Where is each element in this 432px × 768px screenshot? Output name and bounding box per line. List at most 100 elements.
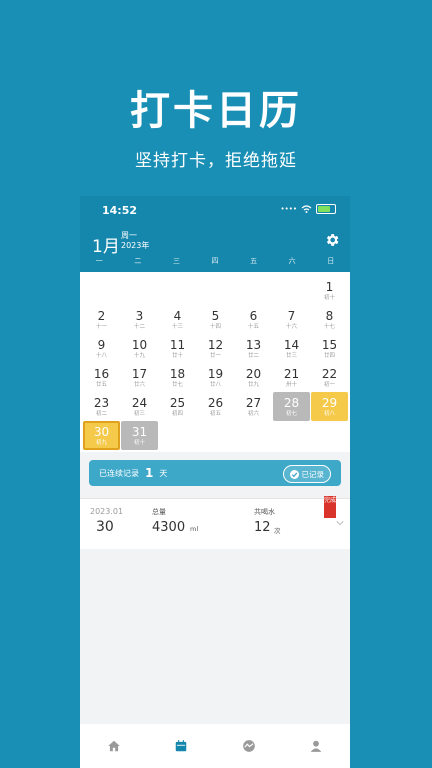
calendar-day[interactable]: 2 十一 bbox=[83, 305, 120, 334]
day-number: 2 bbox=[97, 308, 106, 323]
calendar-day[interactable]: 9 十八 bbox=[83, 334, 120, 363]
record-card[interactable]: 2023.01 30 总量 4300 ml 共喝水 12 次 完成 bbox=[80, 496, 350, 549]
calendar-day[interactable]: 8 十七 bbox=[311, 305, 348, 334]
status-time: 14:52 bbox=[102, 204, 138, 217]
weekday-label: 五 bbox=[250, 257, 258, 265]
weekday-label: 周一 bbox=[121, 231, 137, 240]
calendar-day[interactable]: 13 廿二 bbox=[235, 334, 272, 363]
lunar-date: 廿二 bbox=[247, 352, 259, 359]
calendar-day[interactable]: 30 初九 bbox=[83, 421, 120, 450]
weekday-label: 一 bbox=[95, 257, 103, 265]
calendar-day[interactable]: 14 廿三 bbox=[273, 334, 310, 363]
lunar-date: 十七 bbox=[323, 323, 335, 330]
year-label: 2023年 bbox=[121, 241, 150, 250]
total-label: 总量 bbox=[152, 508, 166, 516]
lunar-date: 十一 bbox=[95, 323, 107, 330]
lunar-date: 初三 bbox=[133, 410, 145, 417]
calendar-day[interactable]: 12 廿一 bbox=[197, 334, 234, 363]
calendar-day[interactable]: 21 卅十 bbox=[273, 363, 310, 392]
day-number: 25 bbox=[169, 395, 186, 410]
day-number: 8 bbox=[325, 308, 334, 323]
gear-icon[interactable] bbox=[324, 232, 340, 248]
calendar-day[interactable]: 5 十四 bbox=[197, 305, 234, 334]
month-title[interactable]: 1月 bbox=[92, 232, 120, 257]
calendar-day[interactable]: 16 廿五 bbox=[83, 363, 120, 392]
chevron-down-icon[interactable] bbox=[336, 519, 344, 527]
day-number: 26 bbox=[207, 395, 224, 410]
lunar-date: 廿七 bbox=[171, 381, 183, 388]
day-number: 6 bbox=[249, 308, 258, 323]
calendar-day[interactable]: 22 初一 bbox=[311, 363, 348, 392]
tab-home[interactable] bbox=[80, 724, 148, 768]
streak-bar: 已连续记录 1 天 已记录 bbox=[89, 460, 341, 486]
tab-stats[interactable] bbox=[215, 724, 283, 768]
streak-prefix: 已连续记录 bbox=[99, 468, 139, 478]
calendar-day[interactable]: 31 初十 bbox=[121, 421, 158, 450]
lunar-date: 初九 bbox=[95, 439, 107, 446]
day-number: 10 bbox=[131, 337, 148, 352]
wifi-icon bbox=[301, 205, 312, 213]
calendar-day[interactable]: 4 十三 bbox=[159, 305, 196, 334]
lunar-date: 廿一 bbox=[209, 352, 221, 359]
lunar-date: 初一 bbox=[323, 381, 335, 388]
count-label: 共喝水 bbox=[254, 508, 275, 516]
complete-badge: 完成 bbox=[324, 496, 336, 518]
calendar-blank bbox=[83, 276, 120, 305]
tab-profile[interactable] bbox=[283, 724, 351, 768]
calendar-blank bbox=[235, 276, 272, 305]
calendar-day[interactable]: 24 初三 bbox=[121, 392, 158, 421]
calendar-day[interactable]: 3 十二 bbox=[121, 305, 158, 334]
day-number: 5 bbox=[211, 308, 220, 323]
lunar-date: 初二 bbox=[95, 410, 107, 417]
weekday-label: 四 bbox=[211, 257, 219, 265]
day-number: 27 bbox=[245, 395, 262, 410]
promo-subtitle: 坚持打卡，拒绝拖延 bbox=[135, 151, 297, 171]
day-number: 7 bbox=[287, 308, 296, 323]
day-number: 1 bbox=[325, 279, 334, 294]
calendar-day[interactable]: 25 初四 bbox=[159, 392, 196, 421]
day-number: 20 bbox=[245, 366, 262, 381]
calendar-day[interactable]: 27 初六 bbox=[235, 392, 272, 421]
weekday-label: 日 bbox=[327, 257, 335, 265]
lunar-date: 十六 bbox=[285, 323, 297, 330]
date-subtitle: 周一 2023年 bbox=[121, 231, 149, 251]
tab-calendar[interactable] bbox=[148, 724, 216, 768]
calendar-day[interactable]: 7 十六 bbox=[273, 305, 310, 334]
profile-icon bbox=[311, 740, 322, 752]
lunar-date: 初四 bbox=[171, 410, 183, 417]
calendar-icon bbox=[176, 740, 187, 752]
total-unit: ml bbox=[190, 525, 199, 533]
calendar-day[interactable]: 1 初十 bbox=[311, 276, 348, 305]
day-number: 14 bbox=[283, 337, 300, 352]
lunar-date: 初十 bbox=[323, 294, 335, 301]
recorded-button[interactable]: 已记录 bbox=[282, 465, 331, 483]
calendar-day[interactable]: 17 廿六 bbox=[121, 363, 158, 392]
calendar-day[interactable]: 20 廿九 bbox=[235, 363, 272, 392]
calendar-day[interactable]: 10 十九 bbox=[121, 334, 158, 363]
weekday-header: 一二三四五六日 bbox=[80, 256, 350, 266]
day-number: 15 bbox=[321, 337, 338, 352]
day-number: 21 bbox=[283, 366, 300, 381]
lunar-date: 初十 bbox=[133, 439, 145, 446]
calendar-day[interactable]: 26 初五 bbox=[197, 392, 234, 421]
calendar-day[interactable]: 11 廿十 bbox=[159, 334, 196, 363]
lunar-date: 廿十 bbox=[171, 352, 183, 359]
day-number: 28 bbox=[283, 395, 300, 410]
lunar-date: 廿八 bbox=[209, 381, 221, 388]
calendar-day[interactable]: 23 初二 bbox=[83, 392, 120, 421]
calendar-day[interactable]: 15 廿四 bbox=[311, 334, 348, 363]
calendar-day[interactable]: 18 廿七 bbox=[159, 363, 196, 392]
lunar-date: 十八 bbox=[95, 352, 107, 359]
calendar-day[interactable]: 29 初八 bbox=[311, 392, 348, 421]
calendar-day[interactable]: 28 初七 bbox=[273, 392, 310, 421]
app-header: 14:52 •••• 1月 周一 2023年 一 二 三 四 五 六 日 bbox=[80, 196, 350, 272]
day-number: 19 bbox=[207, 366, 224, 381]
weekday-label: 六 bbox=[288, 257, 296, 265]
lunar-date: 廿六 bbox=[133, 381, 145, 388]
calendar-day[interactable]: 6 十五 bbox=[235, 305, 272, 334]
phone-screen: 14:52 •••• 1月 周一 2023年 一二三四五六日 1 初十 2 十一 3 十二… bbox=[80, 196, 350, 768]
calendar-blank bbox=[159, 276, 196, 305]
calendar-day[interactable]: 19 廿八 bbox=[197, 363, 234, 392]
signal-icon: •••• bbox=[280, 205, 297, 213]
lunar-date: 廿九 bbox=[247, 381, 259, 388]
